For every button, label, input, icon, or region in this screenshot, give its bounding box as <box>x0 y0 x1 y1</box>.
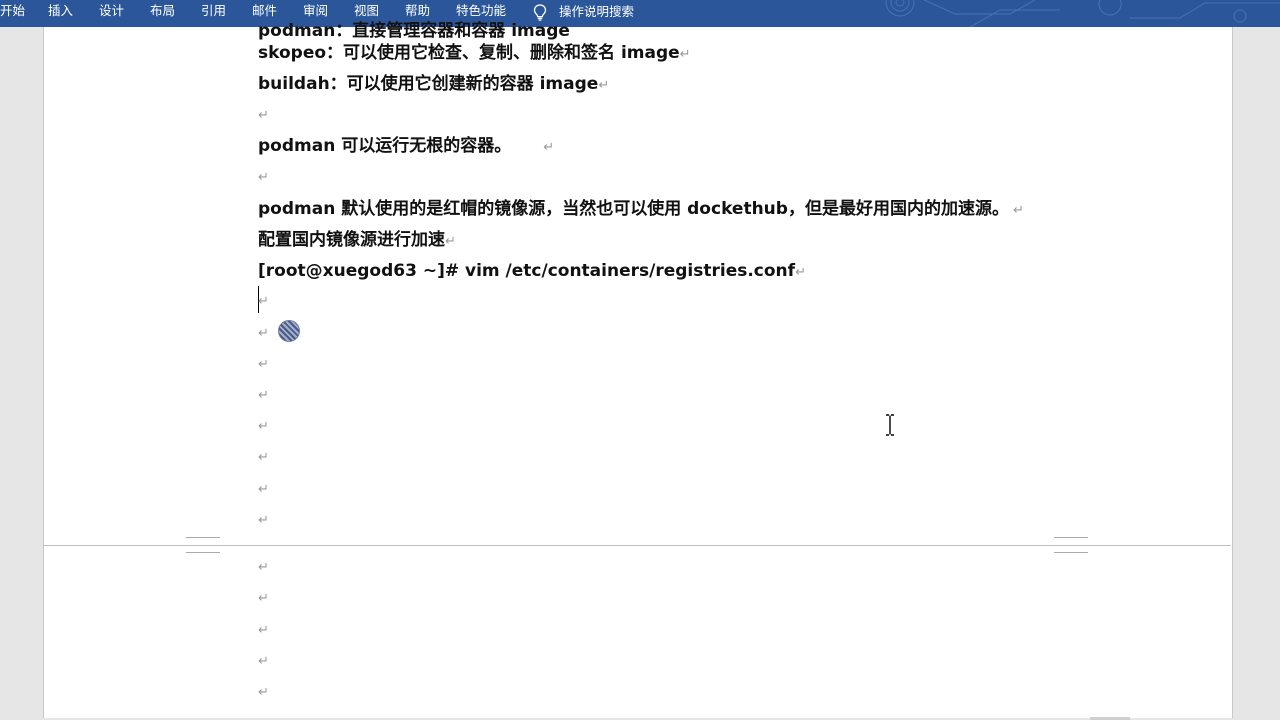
doc-line-mirror-source: podman 默认使用的是红帽的镜像源，当然也可以使用 dockethub，但是… <box>258 199 1024 219</box>
tab-home[interactable]: 开始 <box>0 0 25 23</box>
paragraph-mark: ↵ <box>543 140 555 155</box>
tab-layout[interactable]: 布局 <box>150 0 175 23</box>
ibeam-cursor-icon <box>886 414 894 436</box>
paragraph-mark: ↵ <box>1012 203 1024 218</box>
paragraph-mark: ↵ <box>598 78 610 93</box>
page-corner-mark-right <box>1054 537 1088 553</box>
empty-paragraph-mark: ↵ <box>258 623 269 638</box>
doc-line-rootless: podman 可以运行无根的容器。 ↵ <box>258 136 555 156</box>
doc-line-vim-command: [root@xuegod63 ~]# vim /etc/containers/r… <box>258 261 806 281</box>
paragraph-mark: ↵ <box>445 234 456 249</box>
doc-line-skopeo: skopeo：可以使用它检查、复制、删除和签名 image↵ <box>258 43 691 63</box>
empty-paragraph-mark: ↵ <box>258 654 269 669</box>
empty-paragraph-mark: ↵ <box>258 388 269 403</box>
page-corner-mark-left <box>186 537 220 553</box>
empty-paragraph-mark: ↵ <box>258 170 269 185</box>
paragraph-mark: ↵ <box>679 47 691 62</box>
tab-insert[interactable]: 插入 <box>48 0 73 23</box>
ribbon-decoration <box>885 0 1280 27</box>
empty-paragraph-mark: ↵ <box>258 326 269 341</box>
page-break-line <box>43 545 1231 546</box>
tab-references[interactable]: 引用 <box>201 0 226 23</box>
doc-line-podman: podman：直接管理容器和容器 image <box>258 21 570 41</box>
empty-paragraph-mark: ↵ <box>258 108 269 123</box>
empty-paragraph-mark: ↵ <box>258 513 269 528</box>
paragraph-mark: ↵ <box>795 265 806 280</box>
empty-paragraph-mark: ↵ <box>258 294 269 309</box>
doc-line-buildah: buildah：可以使用它创建新的容器 image↵ <box>258 74 610 94</box>
empty-paragraph-mark: ↵ <box>258 419 269 434</box>
empty-paragraph-mark: ↵ <box>258 482 269 497</box>
busy-cursor-icon <box>278 320 300 342</box>
search-label: 操作说明搜索 <box>559 3 635 19</box>
doc-line-config-mirror: 配置国内镜像源进行加速↵ <box>258 230 456 250</box>
empty-paragraph-mark: ↵ <box>258 357 269 372</box>
document-page[interactable] <box>43 27 1233 718</box>
ribbon-tab-bar: 开始 插入 设计 布局 引用 邮件 审阅 视图 帮助 特色功能 操作说明搜索 <box>0 0 1280 27</box>
tab-design[interactable]: 设计 <box>99 0 124 23</box>
document-area: podman：直接管理容器和容器 image skopeo：可以使用它检查、复制… <box>0 21 1280 720</box>
empty-paragraph-mark: ↵ <box>258 450 269 465</box>
empty-paragraph-mark: ↵ <box>258 560 269 575</box>
empty-paragraph-mark: ↵ <box>258 591 269 606</box>
empty-paragraph-mark: ↵ <box>258 685 269 700</box>
